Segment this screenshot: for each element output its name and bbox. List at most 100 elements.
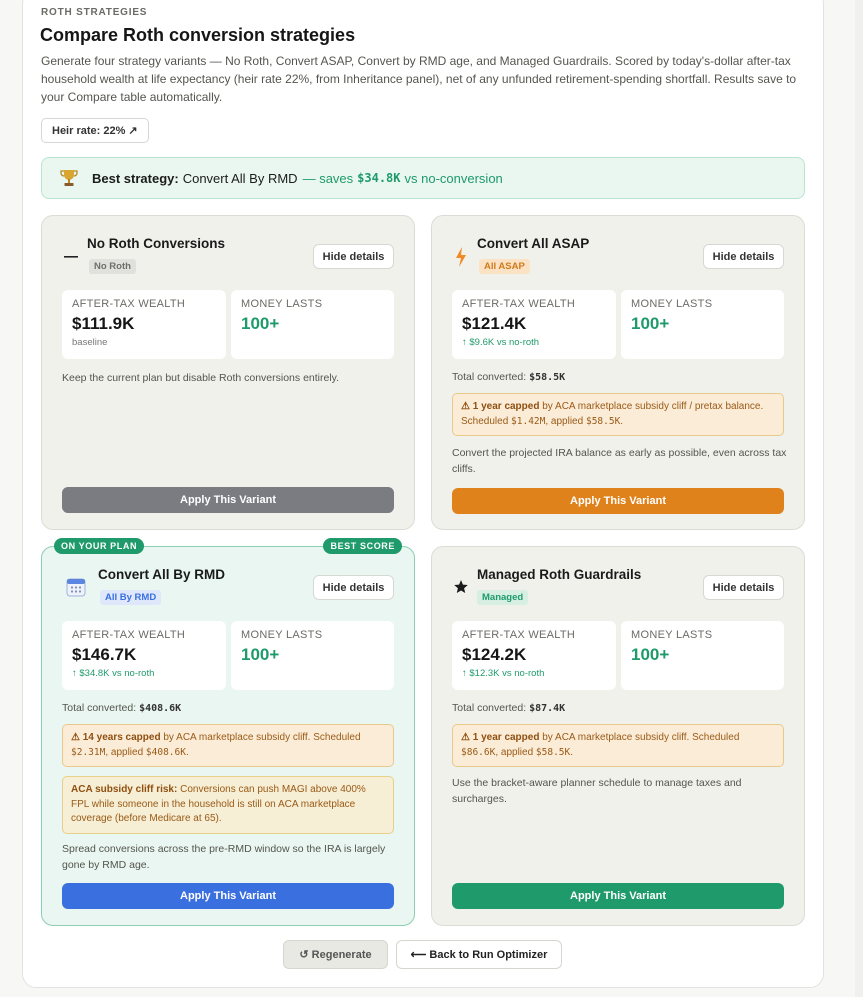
warning-applied-label: , applied — [545, 415, 584, 427]
money-lasts-metric: MONEY LASTS 100+ — [231, 290, 394, 359]
total-converted-label: Total converted: — [452, 371, 527, 383]
best-strategy-saves-suffix: vs no-conversion — [404, 170, 503, 186]
calendar-icon — [66, 577, 86, 597]
best-strategy-saves-prefix: — saves — [302, 170, 354, 186]
on-your-plan-badge: ON YOUR PLAN — [54, 538, 145, 554]
metric-value: $146.7K — [72, 645, 137, 664]
best-strategy-name: Convert All By RMD — [182, 170, 298, 186]
metric-label: MONEY LASTS — [241, 298, 323, 310]
money-lasts-metric: MONEY LASTS 100+ — [621, 290, 784, 359]
warning-applied-label: , applied — [495, 746, 534, 758]
strategy-card-no-roth: No Roth Conversions No Roth Hide details… — [41, 215, 415, 530]
metric-value: 100+ — [241, 645, 280, 664]
hide-details-button[interactable]: Hide details — [703, 575, 784, 600]
metric-value: 100+ — [631, 314, 670, 333]
metric-sub: baseline — [72, 337, 108, 348]
strategy-tag: Managed — [477, 590, 529, 605]
strategy-note: Convert the projected IRA balance as ear… — [452, 447, 787, 475]
metric-value: 100+ — [631, 645, 670, 664]
page-title: Compare Roth conversion strategies — [40, 25, 356, 45]
back-to-run-optimizer-button[interactable]: ⟵ Back to Run Optimizer — [396, 940, 562, 969]
total-converted-value: $87.4K — [529, 703, 566, 714]
warning-scheduled: $2.31M — [71, 746, 106, 758]
dash-icon — [62, 246, 80, 266]
after-tax-wealth-metric: AFTER-TAX WEALTH $111.9K baseline — [62, 290, 226, 359]
strategy-card-managed-guardrails: Managed Roth Guardrails Managed Hide det… — [431, 546, 805, 926]
strategy-note: Spread conversions across the pre-RMD wi… — [62, 843, 386, 871]
total-converted: Total converted: $87.4K — [452, 702, 565, 714]
best-strategy-saves-amount: $34.8K — [357, 171, 401, 185]
card-title: Managed Roth Guardrails — [477, 567, 642, 582]
strategy-tag: All By RMD — [100, 590, 162, 605]
lightning-icon — [452, 246, 470, 267]
strategy-card-convert-by-rmd: ON YOUR PLAN BEST SCORE Convert All By R… — [41, 538, 415, 926]
best-strategy-banner: Best strategy: Convert All By RMD — save… — [41, 157, 805, 199]
page-description: Generate four strategy variants — No Rot… — [41, 54, 797, 104]
warning-applied-label: , applied — [105, 746, 144, 758]
strategy-tag: No Roth — [89, 259, 136, 274]
metric-label: AFTER-TAX WEALTH — [72, 629, 186, 641]
total-converted-label: Total converted: — [62, 702, 137, 714]
strategy-note: Keep the current plan but disable Roth c… — [62, 372, 340, 384]
capped-warning: ⚠ 1 year capped by ACA marketplace subsi… — [452, 393, 784, 436]
aca-risk-title: ACA subsidy cliff risk: — [71, 784, 178, 795]
metric-label: AFTER-TAX WEALTH — [462, 629, 576, 641]
metric-sub: ↑ $34.8K vs no-roth — [72, 668, 155, 679]
warning-scheduled: $86.6K — [461, 746, 496, 758]
after-tax-wealth-metric: AFTER-TAX WEALTH $121.4K ↑ $9.6K vs no-r… — [452, 290, 616, 359]
after-tax-wealth-metric: AFTER-TAX WEALTH $146.7K ↑ $34.8K vs no-… — [62, 621, 226, 690]
trophy-icon — [60, 168, 78, 188]
warning-scheduled: $1.42M — [511, 415, 546, 427]
metric-value: 100+ — [241, 314, 280, 333]
capped-warning: ⚠ 1 year capped by ACA marketplace subsi… — [452, 724, 784, 767]
regenerate-button[interactable]: ↺ Regenerate — [283, 940, 388, 969]
heir-rate-button[interactable]: Heir rate: 22% ↗ — [41, 118, 149, 143]
best-strategy-label: Best strategy: — [92, 170, 179, 186]
metric-label: AFTER-TAX WEALTH — [462, 298, 576, 310]
aca-cliff-risk-warning: ACA subsidy cliff risk: Conversions can … — [62, 776, 394, 834]
hide-details-button[interactable]: Hide details — [703, 244, 784, 269]
section-eyebrow: ROTH STRATEGIES — [41, 7, 148, 18]
money-lasts-metric: MONEY LASTS 100+ — [621, 621, 784, 690]
apply-variant-button[interactable]: Apply This Variant — [452, 883, 784, 909]
metric-label: MONEY LASTS — [631, 629, 713, 641]
page-scrollbar[interactable] — [855, 0, 863, 997]
strategy-card-convert-asap: Convert All ASAP All ASAP Hide details A… — [431, 215, 805, 530]
warning-text: by ACA marketplace subsidy cliff. Schedu… — [163, 732, 361, 743]
strategy-note: Use the bracket-aware planner schedule t… — [452, 777, 742, 805]
metric-sub: ↑ $12.3K vs no-roth — [462, 668, 545, 679]
warning-applied: $58.5K — [535, 746, 571, 758]
card-title: Convert All ASAP — [477, 236, 590, 251]
card-title: No Roth Conversions — [87, 236, 226, 251]
total-converted: Total converted: $58.5K — [452, 371, 565, 383]
metric-value: $124.2K — [462, 645, 527, 664]
warning-title: ⚠ 1 year capped — [461, 401, 540, 412]
metric-label: MONEY LASTS — [241, 629, 323, 641]
after-tax-wealth-metric: AFTER-TAX WEALTH $124.2K ↑ $12.3K vs no-… — [452, 621, 616, 690]
money-lasts-metric: MONEY LASTS 100+ — [231, 621, 394, 690]
metric-label: MONEY LASTS — [631, 298, 713, 310]
apply-variant-button[interactable]: Apply This Variant — [452, 488, 784, 514]
card-title: Convert All By RMD — [98, 567, 226, 582]
best-score-badge: BEST SCORE — [323, 538, 402, 554]
warning-applied: $58.5K — [585, 415, 621, 427]
strategy-tag: All ASAP — [479, 259, 530, 274]
total-converted-label: Total converted: — [452, 702, 527, 714]
warning-title: ⚠ 1 year capped — [461, 732, 540, 743]
star-icon — [452, 577, 470, 597]
warning-text: by ACA marketplace subsidy cliff. Schedu… — [542, 732, 740, 743]
metric-label: AFTER-TAX WEALTH — [72, 298, 186, 310]
hide-details-button[interactable]: Hide details — [313, 244, 394, 269]
apply-variant-button[interactable]: Apply This Variant — [62, 487, 394, 513]
metric-value: $111.9K — [72, 314, 135, 333]
capped-warning: ⚠ 14 years capped by ACA marketplace sub… — [62, 724, 394, 767]
hide-details-button[interactable]: Hide details — [313, 575, 394, 600]
metric-value: $121.4K — [462, 314, 527, 333]
total-converted-value: $408.6K — [139, 703, 182, 714]
warning-title: ⚠ 14 years capped — [71, 732, 161, 743]
total-converted: Total converted: $408.6K — [62, 702, 181, 714]
total-converted-value: $58.5K — [529, 372, 566, 383]
warning-applied: $408.6K — [145, 746, 186, 758]
metric-sub: ↑ $9.6K vs no-roth — [462, 337, 540, 348]
apply-variant-button[interactable]: Apply This Variant — [62, 883, 394, 909]
